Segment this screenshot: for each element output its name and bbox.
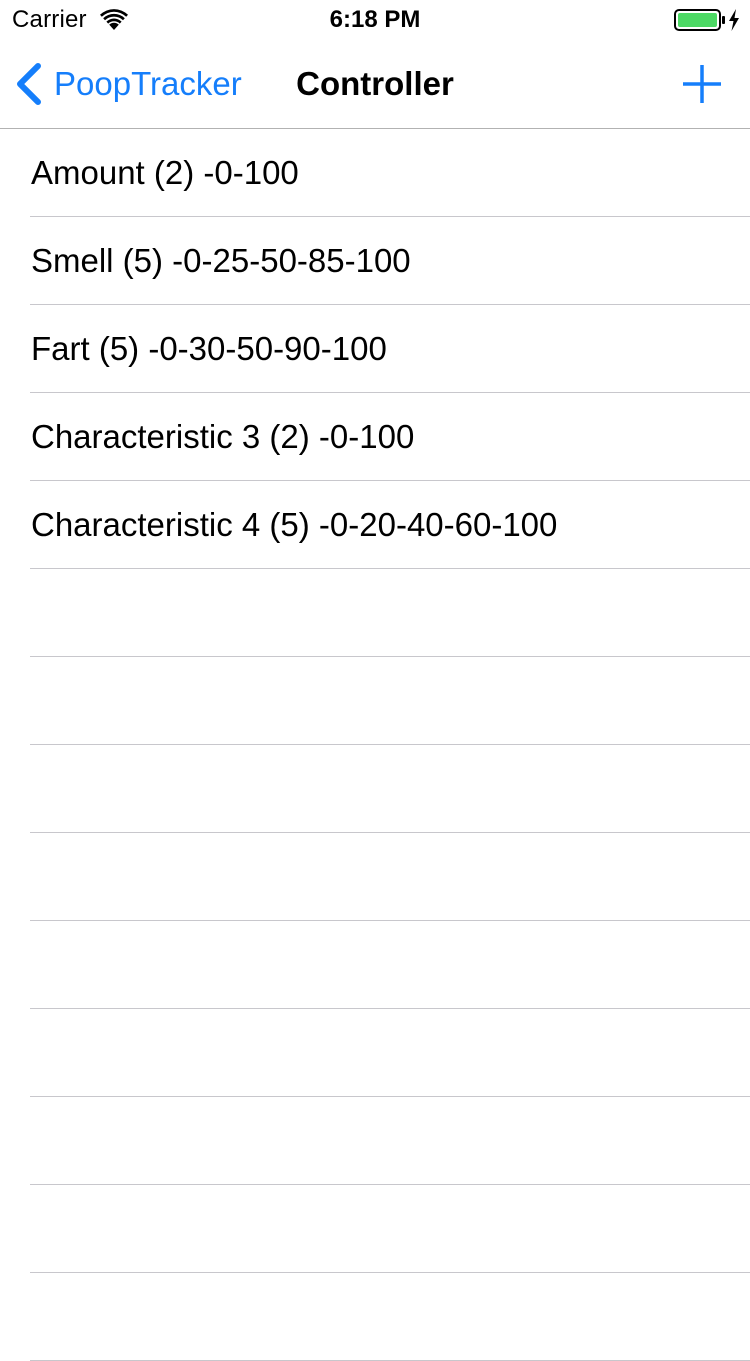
characteristics-table: Amount (2) -0-100 Smell (5) -0-25-50-85-… [0, 129, 750, 1361]
add-button[interactable] [680, 62, 724, 106]
empty-table-row [30, 657, 750, 745]
empty-table-row [30, 921, 750, 1009]
back-button-label: PoopTracker [54, 65, 242, 102]
table-row[interactable]: Fart (5) -0-30-50-90-100 [30, 305, 750, 393]
navigation-bar: PoopTracker Controller [0, 40, 750, 129]
charging-bolt-icon [729, 9, 739, 31]
row-label: Characteristic 3 (2) -0-100 [31, 418, 415, 455]
table-row[interactable]: Characteristic 4 (5) -0-20-40-60-100 [30, 481, 750, 569]
row-label: Smell (5) -0-25-50-85-100 [31, 242, 411, 279]
battery-icon [674, 9, 725, 31]
status-bar: Carrier 6:18 PM [0, 0, 750, 40]
empty-table-row [30, 1009, 750, 1097]
empty-table-row [30, 569, 750, 657]
empty-table-row [30, 1097, 750, 1185]
plus-icon [683, 65, 721, 103]
empty-table-row [30, 745, 750, 833]
empty-table-row [30, 1185, 750, 1273]
table-row[interactable]: Characteristic 3 (2) -0-100 [30, 393, 750, 481]
empty-table-row [30, 833, 750, 921]
row-label: Characteristic 4 (5) -0-20-40-60-100 [31, 506, 558, 543]
chevron-left-icon [17, 63, 41, 105]
table-row[interactable]: Amount (2) -0-100 [30, 129, 750, 217]
status-time: 6:18 PM [329, 6, 421, 33]
row-label: Amount (2) -0-100 [31, 154, 299, 191]
table-row[interactable]: Smell (5) -0-25-50-85-100 [30, 217, 750, 305]
page-title: Controller [296, 65, 454, 102]
row-label: Fart (5) -0-30-50-90-100 [31, 330, 387, 367]
back-button[interactable]: PoopTracker [14, 60, 242, 108]
empty-table-row [30, 1273, 750, 1361]
